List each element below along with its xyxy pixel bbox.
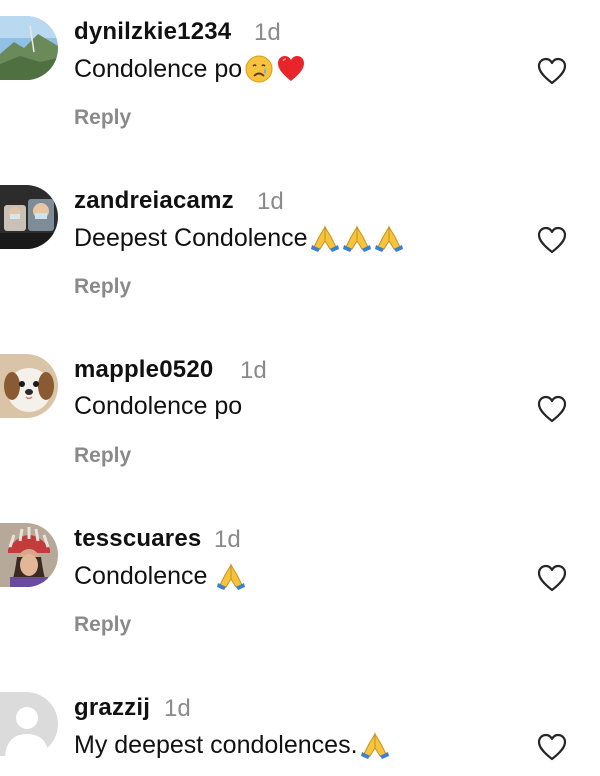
comment-text: Condolence po <box>74 392 242 421</box>
avatar[interactable] <box>0 523 58 587</box>
folded-hands-icon <box>216 561 246 591</box>
reply-button[interactable]: Reply <box>74 275 131 299</box>
reply-button[interactable]: Reply <box>74 106 131 130</box>
folded-hands-icon <box>374 223 404 253</box>
red-heart-icon <box>276 54 306 84</box>
group-selfie-avatar <box>0 185 58 249</box>
like-heart-icon[interactable] <box>536 225 568 255</box>
comment-item: tesscuares 1d Condolence Reply <box>0 507 600 657</box>
timestamp: 1d <box>257 188 284 215</box>
username[interactable]: tesscuares <box>74 525 201 553</box>
username[interactable]: zandreiacamz <box>74 187 234 215</box>
comment-text: Condolence po <box>74 54 306 84</box>
crying-face-icon <box>244 54 274 84</box>
comment-text-content: Condolence <box>74 561 215 590</box>
comment-text-content: Deepest Condolence <box>74 223 308 252</box>
comment-list: dynilzkie1234 1d Condolence po Reply zan… <box>0 0 600 776</box>
comment-text-content: Condolence po <box>74 54 243 83</box>
avatar[interactable] <box>0 185 58 249</box>
timestamp: 1d <box>240 357 267 384</box>
comment-text-content: My deepest condolences. <box>74 730 358 759</box>
mountain-landscape-avatar <box>0 16 58 80</box>
folded-hands-icon <box>360 730 390 760</box>
comment-item: dynilzkie1234 1d Condolence po Reply <box>0 0 600 150</box>
default-avatar-icon <box>0 692 58 756</box>
avatar[interactable] <box>0 354 58 418</box>
comment-item: zandreiacamz 1d Deepest Condolence Reply <box>0 169 600 319</box>
reply-button[interactable]: Reply <box>74 613 131 637</box>
comment-text: Deepest Condolence <box>74 223 404 253</box>
comment-text-content: Condolence po <box>74 392 243 420</box>
comment-item: grazzij 1d My deepest condolences. <box>0 676 600 776</box>
username[interactable]: grazzij <box>74 694 150 722</box>
like-heart-icon[interactable] <box>536 56 568 86</box>
comment-text: Condolence <box>74 561 246 591</box>
timestamp: 1d <box>254 19 281 46</box>
avatar[interactable] <box>0 692 58 756</box>
username[interactable]: dynilzkie1234 <box>74 18 231 46</box>
username[interactable]: mapple0520 <box>74 356 213 384</box>
comment-item: mapple0520 1d Condolence po Reply <box>0 338 600 488</box>
folded-hands-icon <box>310 223 340 253</box>
reply-button[interactable]: Reply <box>74 444 131 468</box>
avatar[interactable] <box>0 16 58 80</box>
like-heart-icon[interactable] <box>536 732 568 762</box>
woman-with-headdress-avatar <box>0 523 58 587</box>
timestamp: 1d <box>214 526 241 553</box>
like-heart-icon[interactable] <box>536 394 568 424</box>
folded-hands-icon <box>342 223 372 253</box>
like-heart-icon[interactable] <box>536 563 568 593</box>
timestamp: 1d <box>164 695 191 722</box>
comment-text: My deepest condolences. <box>74 730 390 760</box>
shih-tzu-dog-avatar <box>0 354 58 418</box>
